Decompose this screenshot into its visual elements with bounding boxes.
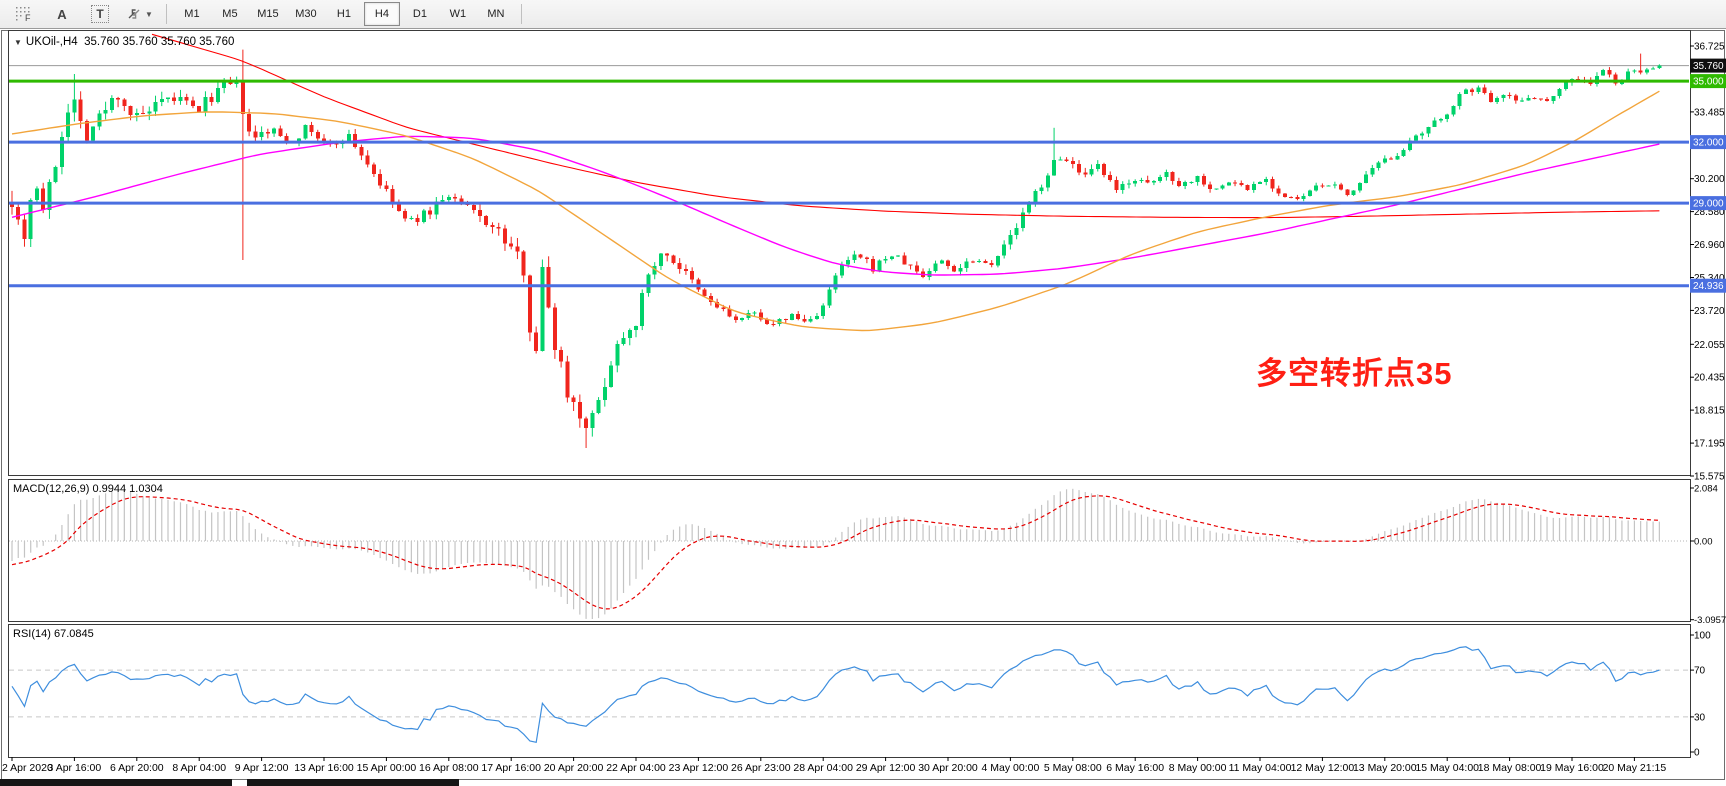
ohlc-values: 35.760 35.760 35.760 35.760 [84,36,234,48]
svg-text:13 May 20:00: 13 May 20:00 [1353,762,1417,774]
svg-text:19 May 16:00: 19 May 16:00 [1540,762,1604,774]
svg-text:15 Apr 00:00: 15 Apr 00:00 [357,762,417,774]
svg-text:23 Apr 12:00: 23 Apr 12:00 [669,762,729,774]
letter-a-icon: A [57,7,66,22]
boxed-t-icon: T [91,5,108,23]
svg-text:22 Apr 04:00: 22 Apr 04:00 [606,762,666,774]
timeframe-button-mn[interactable]: MN [478,2,514,26]
svg-text:30: 30 [1694,712,1706,723]
chart-annotation-text[interactable]: 多空转折点35 [1256,348,1452,393]
svg-text:29.000: 29.000 [1693,199,1724,210]
svg-text:18 May 08:00: 18 May 08:00 [1478,762,1542,774]
svg-text:100: 100 [1694,631,1711,642]
svg-text:F: F [25,13,31,22]
svg-text:20 May 21:15: 20 May 21:15 [1603,762,1667,774]
svg-text:13 Apr 16:00: 13 Apr 16:00 [294,762,354,774]
svg-text:6 Apr 20:00: 6 Apr 20:00 [110,762,164,774]
svg-text:16 Apr 08:00: 16 Apr 08:00 [419,762,479,774]
svg-text:12 May 12:00: 12 May 12:00 [1291,762,1355,774]
arrows-icon [126,7,142,21]
svg-text:20.435: 20.435 [1694,373,1725,384]
svg-text:35.760: 35.760 [1693,61,1724,72]
timeframe-button-m30[interactable]: M30 [288,2,324,26]
indicator-properties-button[interactable]: F [6,2,42,26]
timeframe-button-m5[interactable]: M5 [212,2,248,26]
svg-text:15 May 04:00: 15 May 04:00 [1415,762,1479,774]
timeframe-button-h4[interactable]: H4 [364,2,400,26]
svg-text:30.200: 30.200 [1694,174,1725,185]
svg-text:33.485: 33.485 [1694,107,1725,118]
chart-title: ▼ UKOil-,H4 35.760 35.760 35.760 35.760 [14,36,234,48]
macd-values: 0.9944 1.0304 [92,483,162,495]
svg-text:2.084: 2.084 [1694,484,1718,495]
arrows-tool-button[interactable]: ▼ [120,2,159,26]
timeframe-button-w1[interactable]: W1 [440,2,476,26]
svg-text:22.055: 22.055 [1694,340,1725,351]
svg-text:32.000: 32.000 [1693,138,1724,149]
svg-text:17 Apr 16:00: 17 Apr 16:00 [481,762,541,774]
timeframe-button-m15[interactable]: M15 [250,2,286,26]
symbol-dropdown-caret-icon[interactable]: ▼ [14,38,22,47]
time-axis[interactable]: 2 Apr 20203 Apr 16:00 6 Apr 20:00 8 Apr 04… [0,757,1726,779]
text-label-button[interactable]: A [44,2,80,26]
svg-text:29 Apr 12:00: 29 Apr 12:00 [856,762,916,774]
symbol-period-label: UKOil-,H4 [26,36,78,48]
svg-text:0.00: 0.00 [1694,537,1713,548]
timeframe-button-h1[interactable]: H1 [326,2,362,26]
svg-text:5 May 08:00: 5 May 08:00 [1044,762,1102,774]
svg-text:8 May 00:00: 8 May 00:00 [1169,762,1227,774]
svg-text:30 Apr 20:00: 30 Apr 20:00 [918,762,978,774]
svg-text:17.195: 17.195 [1694,439,1725,450]
svg-text:28 Apr 04:00: 28 Apr 04:00 [793,762,853,774]
svg-text:3 Apr 16:00: 3 Apr 16:00 [48,762,102,774]
svg-text:36.725: 36.725 [1694,42,1725,53]
svg-text:2 Apr 2020: 2 Apr 2020 [2,762,53,774]
text-tool-button[interactable]: T [82,2,118,26]
dropdown-caret-icon: ▼ [145,10,153,19]
toolbar-separator [521,4,522,24]
svg-text:35.000: 35.000 [1693,77,1724,88]
svg-text:6 May 16:00: 6 May 16:00 [1106,762,1164,774]
timeframe-button-d1[interactable]: D1 [402,2,438,26]
rsi-panel-plot[interactable]: 10070300 [0,624,1726,758]
svg-text:26 Apr 23:00: 26 Apr 23:00 [731,762,791,774]
svg-text:8 Apr 04:00: 8 Apr 04:00 [172,762,226,774]
svg-text:9 Apr 12:00: 9 Apr 12:00 [235,762,289,774]
svg-text:23.720: 23.720 [1694,306,1725,317]
main-chart[interactable]: 36.72533.48531.86530.20028.58026.96025.3… [0,30,1726,477]
bottom-bar-segment [247,779,459,786]
svg-text:26.960: 26.960 [1694,240,1725,251]
svg-text:24.936: 24.936 [1693,281,1724,292]
toolbar-separator [166,4,167,24]
svg-text:18.815: 18.815 [1694,406,1725,417]
toolbar: F A T ▼ M1 M5 M15 M30 H1 H4 D1 W1 MN [0,0,1726,29]
svg-text:20 Apr 20:00: 20 Apr 20:00 [544,762,604,774]
macd-panel-plot[interactable]: 2.0840.00-3.0957 [0,479,1726,622]
timeframe-button-m1[interactable]: M1 [174,2,210,26]
svg-text:4 May 00:00: 4 May 00:00 [982,762,1040,774]
dotted-grid-icon: F [15,6,33,22]
svg-text:11 May 04:00: 11 May 04:00 [1229,762,1292,774]
macd-label: MACD(12,26,9) 0.9944 1.0304 [13,483,163,495]
rsi-value: 67.0845 [54,628,94,640]
bottom-bar-segment [0,779,232,786]
svg-text:70: 70 [1694,666,1706,677]
metatrader-window: F A T ▼ M1 M5 M15 M30 H1 H4 D1 W1 MN 36.… [0,0,1726,786]
rsi-label: RSI(14) 67.0845 [13,628,94,640]
